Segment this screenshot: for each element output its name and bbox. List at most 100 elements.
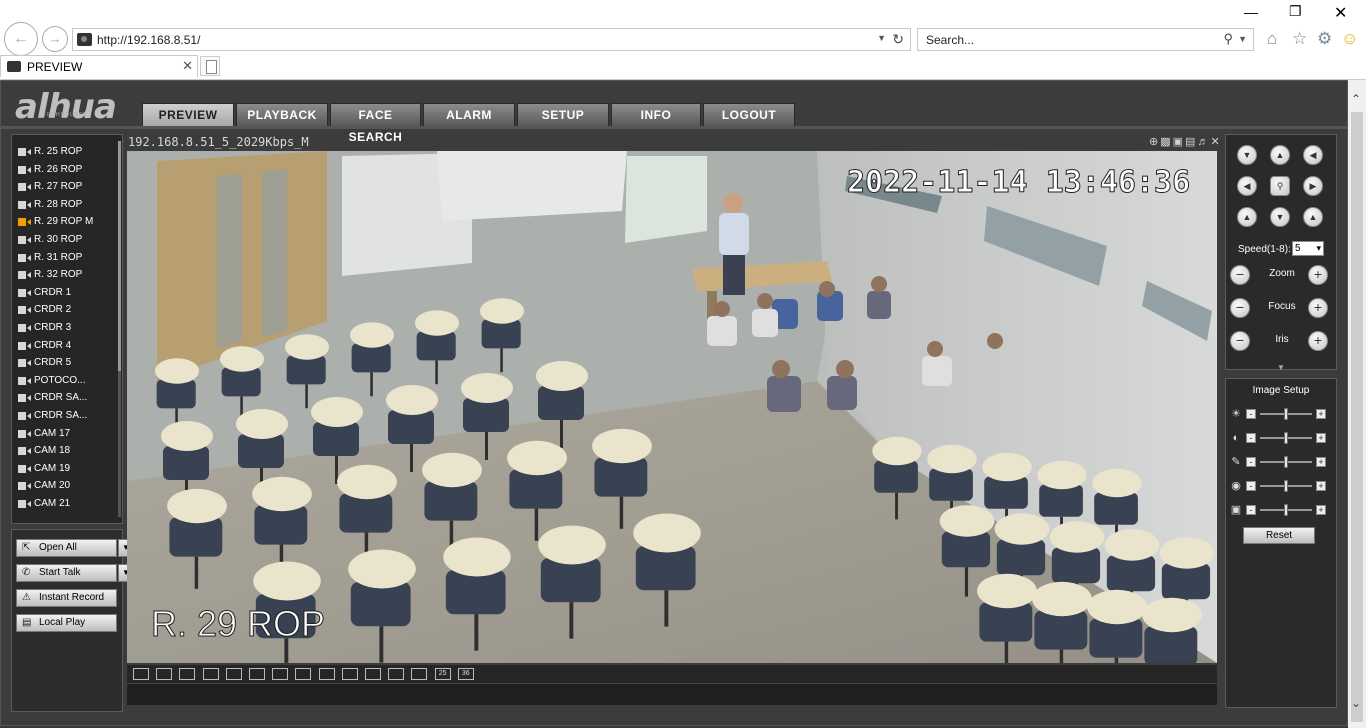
split-layout-button[interactable]: 25 bbox=[434, 668, 451, 680]
search-icon[interactable]: ⚲ bbox=[1223, 31, 1233, 47]
tab-face-search[interactable]: FACE SEARCH bbox=[330, 103, 421, 144]
ptz-left-button[interactable]: ◀ bbox=[1237, 176, 1257, 196]
channel-item[interactable]: R. 29 ROP M bbox=[12, 213, 116, 231]
split-layout-button[interactable] bbox=[341, 668, 358, 680]
chevron-down-icon[interactable]: ▼ bbox=[1238, 34, 1247, 44]
open-all-button[interactable]: ⇱ Open All ▼ bbox=[16, 539, 134, 557]
local-play-button[interactable]: ▤ Local Play bbox=[16, 614, 117, 632]
reset-button[interactable]: Reset bbox=[1243, 527, 1315, 544]
focus-plus-button[interactable]: + bbox=[1308, 298, 1328, 318]
window-icon[interactable]: ▩ bbox=[1160, 136, 1172, 148]
channel-item[interactable]: R. 32 ROP bbox=[12, 266, 116, 284]
ptz-down-button[interactable]: ▼ bbox=[1270, 207, 1290, 227]
gain-plus-button[interactable]: + bbox=[1316, 505, 1326, 515]
brightness-knob[interactable] bbox=[1284, 408, 1288, 420]
contrast-plus-button[interactable]: + bbox=[1316, 433, 1326, 443]
saturation-minus-button[interactable]: - bbox=[1246, 457, 1256, 467]
ptz-down-right-button[interactable]: ▲ bbox=[1303, 207, 1323, 227]
zoom-in-icon[interactable]: ⊕ bbox=[1149, 136, 1160, 148]
brightness-minus-button[interactable]: - bbox=[1246, 409, 1256, 419]
address-text[interactable]: http://192.168.8.51/ bbox=[97, 33, 200, 47]
channel-item[interactable]: POTOCO... bbox=[12, 372, 116, 390]
channel-item[interactable]: CRDR 1 bbox=[12, 284, 116, 302]
saturation-plus-button[interactable]: + bbox=[1316, 457, 1326, 467]
split-layout-button[interactable] bbox=[202, 668, 219, 680]
split-layout-button[interactable] bbox=[249, 668, 265, 680]
channel-item[interactable]: CRDR 2 bbox=[12, 301, 116, 319]
search-input[interactable]: Search... bbox=[926, 33, 974, 47]
channel-item[interactable]: R. 27 ROP bbox=[12, 178, 116, 196]
gain-knob[interactable] bbox=[1284, 504, 1288, 516]
browser-tab[interactable]: PREVIEW ✕ bbox=[0, 55, 198, 77]
channel-item[interactable]: CRDR SA... bbox=[12, 389, 116, 407]
split-layout-button[interactable] bbox=[179, 668, 196, 680]
scroll-up-icon[interactable]: ⌃ bbox=[1351, 92, 1361, 106]
ptz-up-right-button[interactable]: ◀ bbox=[1303, 145, 1323, 165]
split-layout-button[interactable] bbox=[318, 668, 335, 680]
speed-select[interactable]: 5 bbox=[1292, 241, 1324, 256]
channel-item[interactable]: CRDR 4 bbox=[12, 337, 116, 355]
forward-button[interactable]: → bbox=[42, 26, 68, 52]
split-layout-button[interactable] bbox=[411, 668, 428, 680]
split-layout-button[interactable] bbox=[272, 668, 289, 680]
split-layout-button[interactable] bbox=[133, 668, 149, 680]
ptz-center-button[interactable]: ⚲ bbox=[1270, 176, 1290, 196]
tab-alarm[interactable]: ALARM bbox=[423, 103, 515, 127]
channel-item[interactable]: CRDR 3 bbox=[12, 319, 116, 337]
refresh-icon[interactable]: ↻ bbox=[892, 31, 904, 48]
hue-plus-button[interactable]: + bbox=[1316, 481, 1326, 491]
start-talk-button[interactable]: ✆ Start Talk ▼ bbox=[16, 564, 134, 582]
minimize-icon[interactable]: — bbox=[1244, 4, 1258, 20]
page-scrollbar[interactable]: ⌃ ⌄ bbox=[1348, 80, 1366, 728]
channel-item[interactable]: CRDR 5 bbox=[12, 354, 116, 372]
brightness-plus-button[interactable]: + bbox=[1316, 409, 1326, 419]
tab-playback[interactable]: PLAYBACK bbox=[236, 103, 328, 127]
contrast-minus-button[interactable]: - bbox=[1246, 433, 1256, 443]
back-button[interactable]: ← bbox=[4, 22, 38, 56]
saturation-knob[interactable] bbox=[1284, 456, 1288, 468]
channel-item[interactable]: R. 26 ROP bbox=[12, 161, 116, 179]
audio-icon[interactable]: ♬ bbox=[1197, 136, 1210, 148]
home-icon[interactable]: ⌂ bbox=[1267, 29, 1277, 49]
split-layout-button[interactable] bbox=[225, 668, 242, 680]
contrast-knob[interactable] bbox=[1284, 432, 1288, 444]
scroll-down-icon[interactable]: ⌄ bbox=[1351, 696, 1361, 710]
smiley-feedback-icon[interactable]: ☺ bbox=[1341, 29, 1358, 49]
tab-logout[interactable]: LOGOUT bbox=[703, 103, 795, 127]
address-bar[interactable]: http://192.168.8.51/ ▼ ↻ bbox=[72, 28, 911, 51]
collapse-arrow-icon[interactable]: ▼ bbox=[1225, 363, 1337, 373]
channel-item[interactable]: R. 25 ROP bbox=[12, 143, 116, 161]
record-icon[interactable]: ▤ bbox=[1185, 136, 1197, 148]
live-video-feed[interactable]: 2022-11-14 13:46:36 R. 29 ROP bbox=[127, 151, 1217, 663]
close-video-icon[interactable]: ✕ bbox=[1210, 136, 1221, 148]
restore-icon[interactable]: ❐ bbox=[1289, 3, 1302, 20]
search-box[interactable]: Search... ⚲ ▼ bbox=[917, 28, 1254, 51]
channel-item[interactable]: R. 30 ROP bbox=[12, 231, 116, 249]
split-layout-button[interactable] bbox=[388, 668, 405, 680]
channel-item[interactable]: R. 28 ROP bbox=[12, 196, 116, 214]
ptz-up-button[interactable]: ▲ bbox=[1270, 145, 1290, 165]
zoom-plus-button[interactable]: + bbox=[1308, 265, 1328, 285]
channel-scrollbar[interactable] bbox=[118, 141, 121, 517]
split-layout-button[interactable] bbox=[295, 668, 312, 680]
split-layout-button[interactable] bbox=[156, 668, 173, 680]
tab-info[interactable]: INFO bbox=[611, 103, 701, 127]
ptz-right-button[interactable]: ▶ bbox=[1303, 176, 1323, 196]
split-layout-button[interactable]: 36 bbox=[457, 668, 474, 680]
channel-item[interactable]: CAM 19 bbox=[12, 460, 116, 478]
favorites-star-icon[interactable]: ☆ bbox=[1292, 29, 1307, 49]
split-layout-button[interactable] bbox=[365, 668, 381, 680]
instant-record-button[interactable]: ⚠ Instant Record bbox=[16, 589, 117, 607]
new-tab-button[interactable] bbox=[200, 56, 220, 76]
channel-item[interactable]: R. 31 ROP bbox=[12, 249, 116, 267]
hue-knob[interactable] bbox=[1284, 480, 1288, 492]
gain-minus-button[interactable]: - bbox=[1246, 505, 1256, 515]
snapshot-icon[interactable]: ▣ bbox=[1173, 136, 1185, 148]
tab-setup[interactable]: SETUP bbox=[517, 103, 609, 127]
tab-preview[interactable]: PREVIEW bbox=[142, 103, 234, 127]
scrollbar-thumb[interactable] bbox=[1351, 112, 1363, 722]
close-icon[interactable]: ✕ bbox=[1334, 3, 1347, 23]
channel-item[interactable]: CAM 18 bbox=[12, 442, 116, 460]
chevron-down-icon[interactable]: ▼ bbox=[877, 33, 886, 43]
tab-close-icon[interactable]: ✕ bbox=[182, 58, 193, 74]
